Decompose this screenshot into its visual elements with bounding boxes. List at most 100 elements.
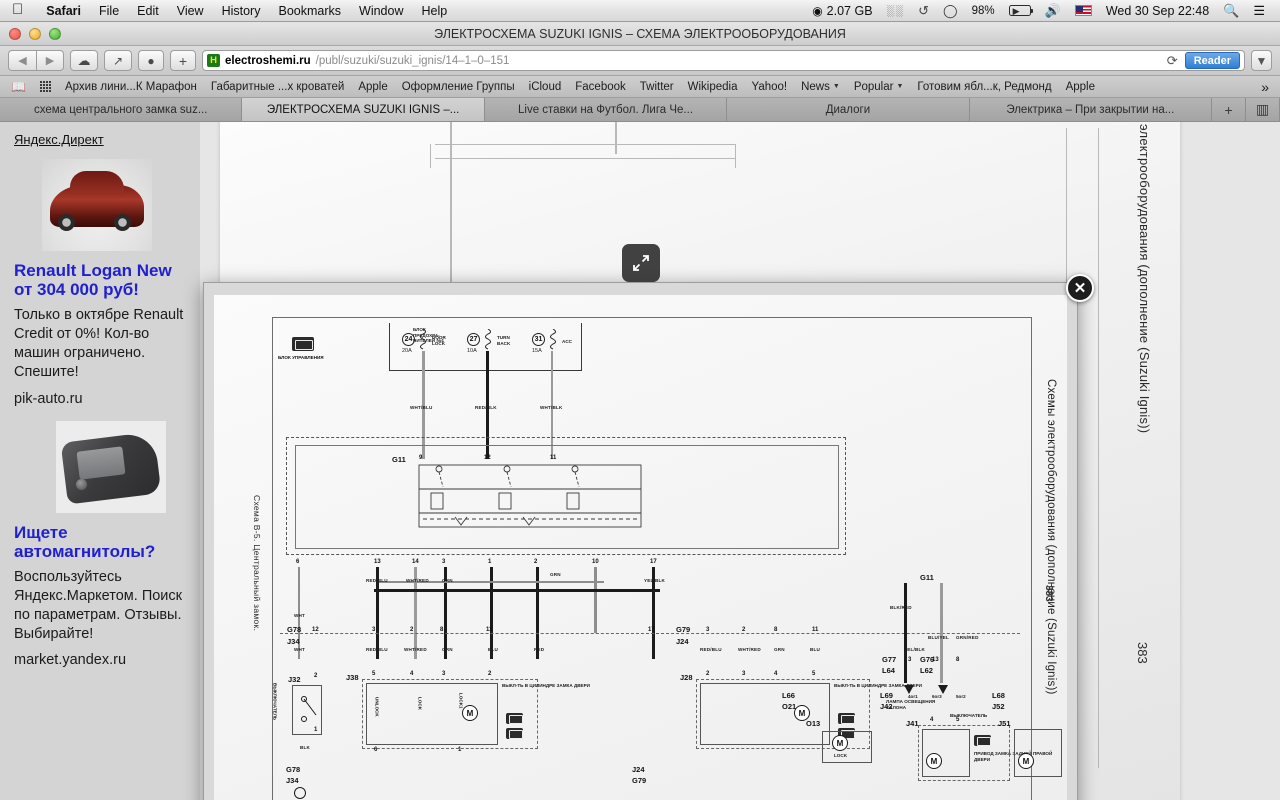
connector-j28: J28 [680,673,693,682]
notification-center-icon[interactable]: ☰ [1246,3,1272,19]
renault-logan-photo[interactable] [42,159,152,251]
menu-item-bookmarks[interactable]: Bookmarks [269,4,350,18]
reader-button[interactable]: Reader [1184,52,1240,69]
connector-g77: G77 [882,655,897,664]
menu-item-edit[interactable]: Edit [128,4,168,18]
j38-lock1-label: LOCK1 [458,693,464,709]
new-tab-button[interactable]: + [170,50,196,71]
o13-motor-icon: M [832,735,848,751]
wire-code-blu-2: BLU [810,647,821,652]
image-lightbox-modal[interactable]: Схема В-5. Центральный замок. Схемы элек… [203,282,1078,800]
connector-l62: L62 [920,666,933,675]
g11-bottom-pin-2: 2 [534,559,538,565]
ad-headline-stereo[interactable]: Ищете автомагнитолы? [14,523,192,561]
bookmark-yahoo[interactable]: Yahoo! [745,81,795,93]
door-lock-pictogram-icon [506,713,523,724]
wire-label-wht-bottom: WHT [294,647,306,652]
j38-pin-2: 2 [488,671,492,677]
g78-pin-12: 12 [312,627,319,633]
stereo-knob-shape [76,478,87,490]
j38-pin-1: 1 [458,747,462,753]
sidebar-toggle-icon[interactable]: 📖 [4,80,33,94]
wire-label-wht-top: WHT [294,613,306,618]
fuse-31-symbol [550,329,556,350]
apple-logo-icon[interactable]:  [12,2,23,17]
wire-code-blu: BLU [488,647,499,652]
switch-arrow-icon [938,685,948,694]
top-sites-icon[interactable] [33,81,58,92]
battery-percent-label: 98% [971,4,995,17]
download-button[interactable]: ▼ [1251,50,1272,71]
j32-pin-2: 2 [314,673,318,679]
connector-l66: L66 [782,691,795,700]
rear-door-lock-pictogram-icon [974,735,991,746]
ad-headline-renault[interactable]: Renault Logan New от 304 000 руб! [14,261,192,299]
ad-url-renault[interactable]: pik-auto.ru [14,391,192,407]
yandex-direct-title[interactable]: Яндекс.Директ [14,132,192,147]
bookmark-apple-2[interactable]: Apple [1059,81,1102,93]
reload-icon[interactable]: ⟳ [1167,53,1181,69]
bookmark-oformlenie-gruppy[interactable]: Оформление Группы [395,81,522,93]
bookmarks-overflow-button[interactable]: » [1254,79,1276,95]
tab-elektrika[interactable]: Электрика – При закрытии на... [969,98,1213,121]
menu-bar-meter-icon[interactable]: ░░ [880,5,912,17]
menu-item-file[interactable]: File [90,4,128,18]
bookmark-apple[interactable]: Apple [351,81,394,93]
time-machine-icon[interactable]: ↺ [911,3,936,19]
address-bar[interactable]: H electroshemi.ru/publ/suzuki/suzuki_ign… [202,50,1245,71]
connector-o21: O21 [782,702,797,711]
tab-elektroshema-suzuki-ignis[interactable]: ЭЛЕКТРОСХЕМА SUZUKI IGNIS –... [242,98,485,121]
car-stereo-photo[interactable] [56,420,166,513]
g77-pin-8: 8 [956,657,960,663]
bookmark-icloud[interactable]: iCloud [522,81,569,93]
tab-bar: схема центрального замка suz... ЭЛЕКТРОС… [0,98,1280,122]
tab-shema-centralnogo-zamka[interactable]: схема центрального замка suz... [0,98,243,121]
site-favicon: H [207,54,220,67]
j38-unlock-label: UNLOCK [374,697,380,717]
wiring-diagram-image[interactable]: Схема В-5. Центральный замок. Схемы элек… [214,295,1067,800]
downloads-icon[interactable]: ● [138,50,164,71]
bookmark-facebook[interactable]: Facebook [568,81,633,93]
j32-pin-1: 1 [314,727,318,733]
menu-item-history[interactable]: History [213,4,270,18]
show-all-tabs-button[interactable]: ▥ [1246,98,1280,121]
tab-live-stavki[interactable]: Live ставки на Футбол. Лига Че... [484,98,728,121]
icloud-tabs-icon[interactable]: ☁ [70,50,98,71]
new-tab-button[interactable]: + [1212,98,1247,121]
ad-url-stereo[interactable]: market.yandex.ru [14,652,192,668]
wifi-icon[interactable]: ◯ [936,3,965,19]
bookmark-folder-news[interactable]: News ▼ [794,81,847,93]
bookmark-folder-popular-label: Popular [853,80,894,93]
fuse-24-name: DOOR LOCK [432,335,446,346]
back-button[interactable]: ◀ [8,50,36,71]
volume-icon[interactable]: 🔊 [1038,3,1068,19]
menu-item-view[interactable]: View [168,4,213,18]
browser-toolbar: ◀ ▶ ☁ ↗ ● + H electroshemi.ru/publ/suzuk… [0,46,1280,76]
chevron-down-icon: ▼ [832,83,840,90]
menu-bar-clock[interactable]: Wed 30 Sep 22:48 [1099,4,1216,18]
spotlight-search-icon[interactable]: 🔍 [1216,3,1246,19]
wire-label-wht-blu: WHT/BLU [410,405,433,410]
bookmark-twitter[interactable]: Twitter [633,81,681,93]
memory-indicator[interactable]: ◉ 2.07 GB [805,4,879,18]
expand-fullscreen-button[interactable] [622,244,660,282]
bookmark-arhiv-marafon[interactable]: Архив лини...К Марафон [58,81,204,93]
safari-window: ЭЛЕКТРОСХЕМА SUZUKI IGNIS – СХЕМА ЭЛЕКТР… [0,22,1280,800]
menu-item-help[interactable]: Help [412,4,456,18]
battery-icon[interactable]: ▶ [1002,5,1038,16]
fuse-24-amp: 20A [402,348,412,354]
close-lightbox-button[interactable]: ✕ [1066,274,1094,302]
wire-label-yel-blk-bus: YEL/BLK [644,578,666,583]
forward-button[interactable]: ▶ [36,50,64,71]
g79-pin-8: 8 [774,627,778,633]
bookmark-wikipedia[interactable]: Wikipedia [681,81,745,93]
menu-item-safari[interactable]: Safari [37,4,90,18]
input-source-flag-icon[interactable] [1068,5,1099,16]
bookmark-gabaritnye-krovatey[interactable]: Габаритные ...х кроватей [204,81,351,93]
tab-dialogi[interactable]: Диалоги [727,98,970,121]
menu-item-window[interactable]: Window [350,4,412,18]
cabin-lamp-label: ЛАМПА ОСВЕЩЕНИЯ САЛОНА [886,699,936,710]
bookmark-gotovim-redmond[interactable]: Готовим ябл...к, Редмонд [910,81,1058,93]
share-icon[interactable]: ↗ [104,50,132,71]
bookmark-folder-popular[interactable]: Popular ▼ [847,81,911,93]
